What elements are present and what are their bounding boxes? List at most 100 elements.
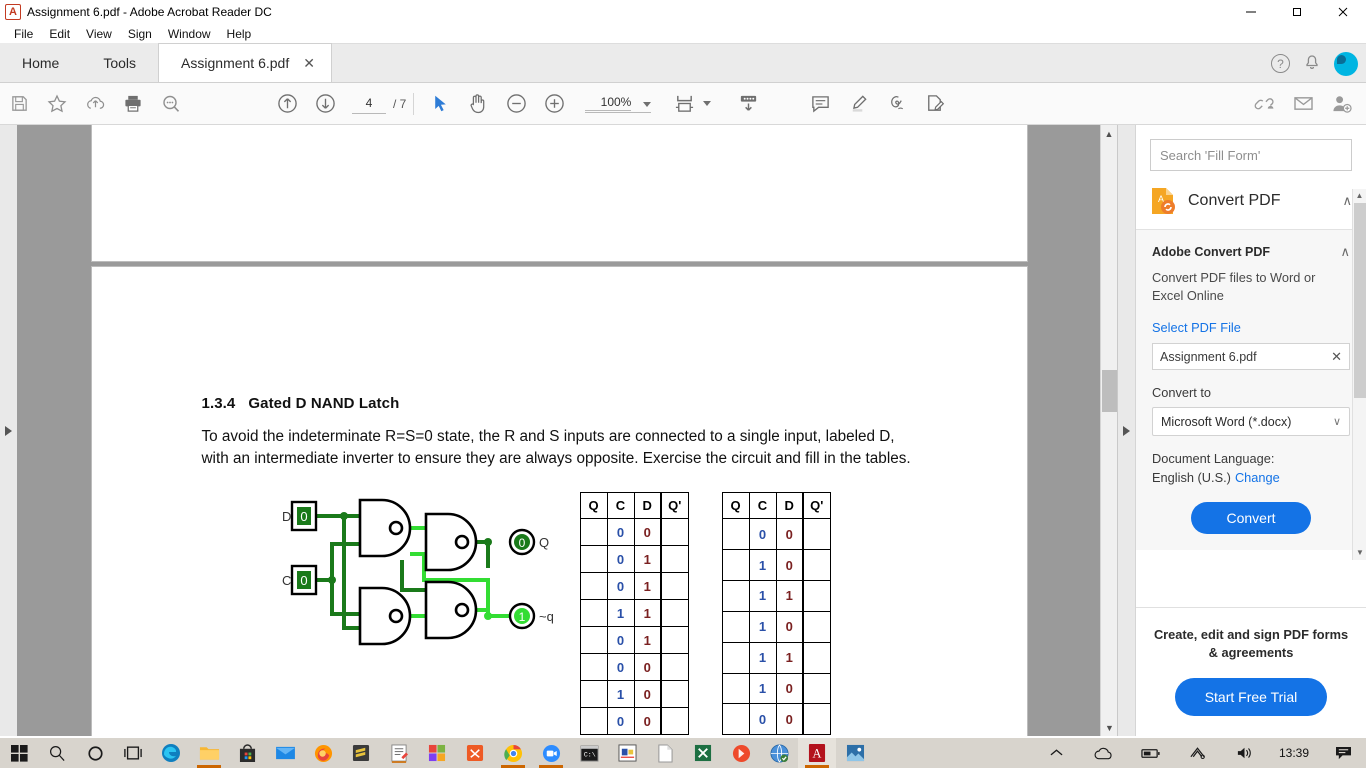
task-view-icon[interactable] [114, 738, 152, 768]
right-panel-toggle[interactable] [1117, 125, 1135, 736]
selected-file-field[interactable]: Assignment 6.pdf ✕ [1152, 343, 1350, 371]
save-icon[interactable] [0, 84, 38, 124]
minimize-button[interactable] [1228, 0, 1274, 24]
sidebar-scroll-up-icon[interactable]: ▲ [1353, 189, 1366, 203]
file-explorer-icon[interactable] [190, 738, 228, 768]
change-language-link[interactable]: Change [1235, 470, 1280, 485]
maximize-button[interactable] [1274, 0, 1320, 24]
sidebar-scrollbar[interactable]: ▲ ▼ [1352, 189, 1366, 560]
scroll-mode-icon[interactable] [729, 84, 767, 124]
scrollbar-thumb[interactable] [1102, 370, 1117, 412]
command-prompt-icon[interactable]: C:\ [570, 738, 608, 768]
avatar[interactable] [1334, 51, 1358, 76]
convert-to-select[interactable]: Microsoft Word (*.docx) ∨ [1152, 407, 1350, 437]
page-number-input[interactable] [352, 93, 386, 114]
edge-icon[interactable] [152, 738, 190, 768]
svg-text:1: 1 [518, 610, 525, 624]
convert-button[interactable]: Convert [1191, 502, 1311, 535]
close-button[interactable] [1320, 0, 1366, 24]
search-text-icon[interactable] [152, 84, 190, 124]
notification-icon[interactable] [1324, 738, 1362, 768]
upload-cloud-icon[interactable] [76, 84, 114, 124]
show-hidden-icons[interactable] [1038, 738, 1076, 768]
scroll-down-arrow-icon[interactable]: ▼ [1101, 719, 1117, 736]
taskbar-clock[interactable]: 13:39 [1279, 746, 1309, 760]
tab-document[interactable]: Assignment 6.pdf ✕ [158, 43, 332, 82]
help-icon[interactable]: ? [1271, 54, 1290, 73]
excel-icon[interactable] [684, 738, 722, 768]
previous-page-icon[interactable] [268, 84, 306, 124]
select-tool-icon[interactable] [421, 84, 459, 124]
scroll-up-arrow-icon[interactable]: ▲ [1101, 125, 1117, 142]
cell-c: 0 [606, 518, 635, 547]
email-icon[interactable] [1284, 84, 1322, 124]
chrome-icon[interactable] [494, 738, 532, 768]
convert-pdf-icon: A [1150, 187, 1176, 215]
battery-icon[interactable] [1132, 738, 1170, 768]
wifi-icon[interactable] [1179, 738, 1217, 768]
chevron-down-icon[interactable]: ∨ [1333, 415, 1341, 428]
bell-icon[interactable] [1304, 54, 1320, 74]
mail-icon[interactable] [266, 738, 304, 768]
menu-view[interactable]: View [78, 24, 120, 44]
sidebar-scrollbar-thumb[interactable] [1354, 203, 1366, 398]
document-scrollbar[interactable]: ▲ ▼ [1100, 125, 1117, 736]
logisim-icon[interactable] [608, 738, 646, 768]
next-page-icon[interactable] [306, 84, 344, 124]
volume-icon[interactable] [1226, 738, 1264, 768]
toolbar-divider [413, 92, 415, 115]
fill-and-sign-icon[interactable] [915, 84, 953, 124]
print-icon[interactable] [114, 84, 152, 124]
chevron-down-icon[interactable] [643, 101, 652, 107]
sidebar-scroll-down-icon[interactable]: ▼ [1353, 546, 1366, 560]
acrobat-icon[interactable]: A [798, 738, 836, 768]
zoom-level-control[interactable] [585, 94, 652, 113]
bookmark-star-icon[interactable] [38, 84, 76, 124]
start-free-trial-button[interactable]: Start Free Trial [1175, 678, 1327, 716]
photos-icon[interactable] [836, 738, 874, 768]
sublime-text-icon[interactable] [342, 738, 380, 768]
zoom-in-icon[interactable] [535, 84, 573, 124]
browser-icon[interactable] [760, 738, 798, 768]
hotspot-icon[interactable] [722, 738, 760, 768]
search-icon[interactable] [38, 738, 76, 768]
close-icon[interactable]: ✕ [303, 55, 315, 72]
page-fit-icon[interactable] [665, 84, 703, 124]
notepad-icon[interactable] [380, 738, 418, 768]
sign-icon[interactable] [877, 84, 915, 124]
blank-doc-icon[interactable] [646, 738, 684, 768]
cortana-icon[interactable] [76, 738, 114, 768]
convert-pdf-panel-header[interactable]: A Convert PDF ∧ [1136, 181, 1366, 230]
link-share-icon[interactable] [1246, 84, 1284, 124]
chevron-up-icon[interactable]: ∧ [1342, 193, 1352, 209]
menu-window[interactable]: Window [160, 24, 219, 44]
search-input[interactable] [1150, 139, 1352, 171]
table-row: 11 [721, 641, 831, 674]
document-viewer[interactable]: 1.3.4 Gated D NAND Latch To avoid the ind… [18, 125, 1117, 736]
page-fit-chevron-icon[interactable] [703, 101, 712, 106]
comment-icon[interactable] [801, 84, 839, 124]
menu-file[interactable]: File [6, 24, 41, 44]
xmind-icon[interactable] [456, 738, 494, 768]
onedrive-icon[interactable] [1085, 738, 1123, 768]
highlight-icon[interactable] [839, 84, 877, 124]
left-panel-toggle[interactable] [0, 125, 18, 736]
zoom-icon[interactable] [532, 738, 570, 768]
menu-edit[interactable]: Edit [41, 24, 78, 44]
cell-c: 0 [606, 545, 635, 574]
office-icon[interactable] [418, 738, 456, 768]
hand-tool-icon[interactable] [459, 84, 497, 124]
tab-home[interactable]: Home [0, 43, 82, 82]
zoom-level-input[interactable] [585, 94, 632, 111]
menu-help[interactable]: Help [219, 24, 260, 44]
tab-tools[interactable]: Tools [81, 43, 159, 82]
menu-sign[interactable]: Sign [120, 24, 160, 44]
zoom-out-icon[interactable] [497, 84, 535, 124]
adobe-convert-header[interactable]: Adobe Convert PDF ∧ [1152, 244, 1350, 260]
clear-file-icon[interactable]: ✕ [1331, 349, 1342, 365]
chevron-up-icon[interactable]: ∧ [1340, 244, 1350, 260]
start-button[interactable] [0, 738, 38, 768]
add-person-icon[interactable] [1322, 84, 1360, 124]
microsoft-store-icon[interactable] [228, 738, 266, 768]
firefox-icon[interactable] [304, 738, 342, 768]
